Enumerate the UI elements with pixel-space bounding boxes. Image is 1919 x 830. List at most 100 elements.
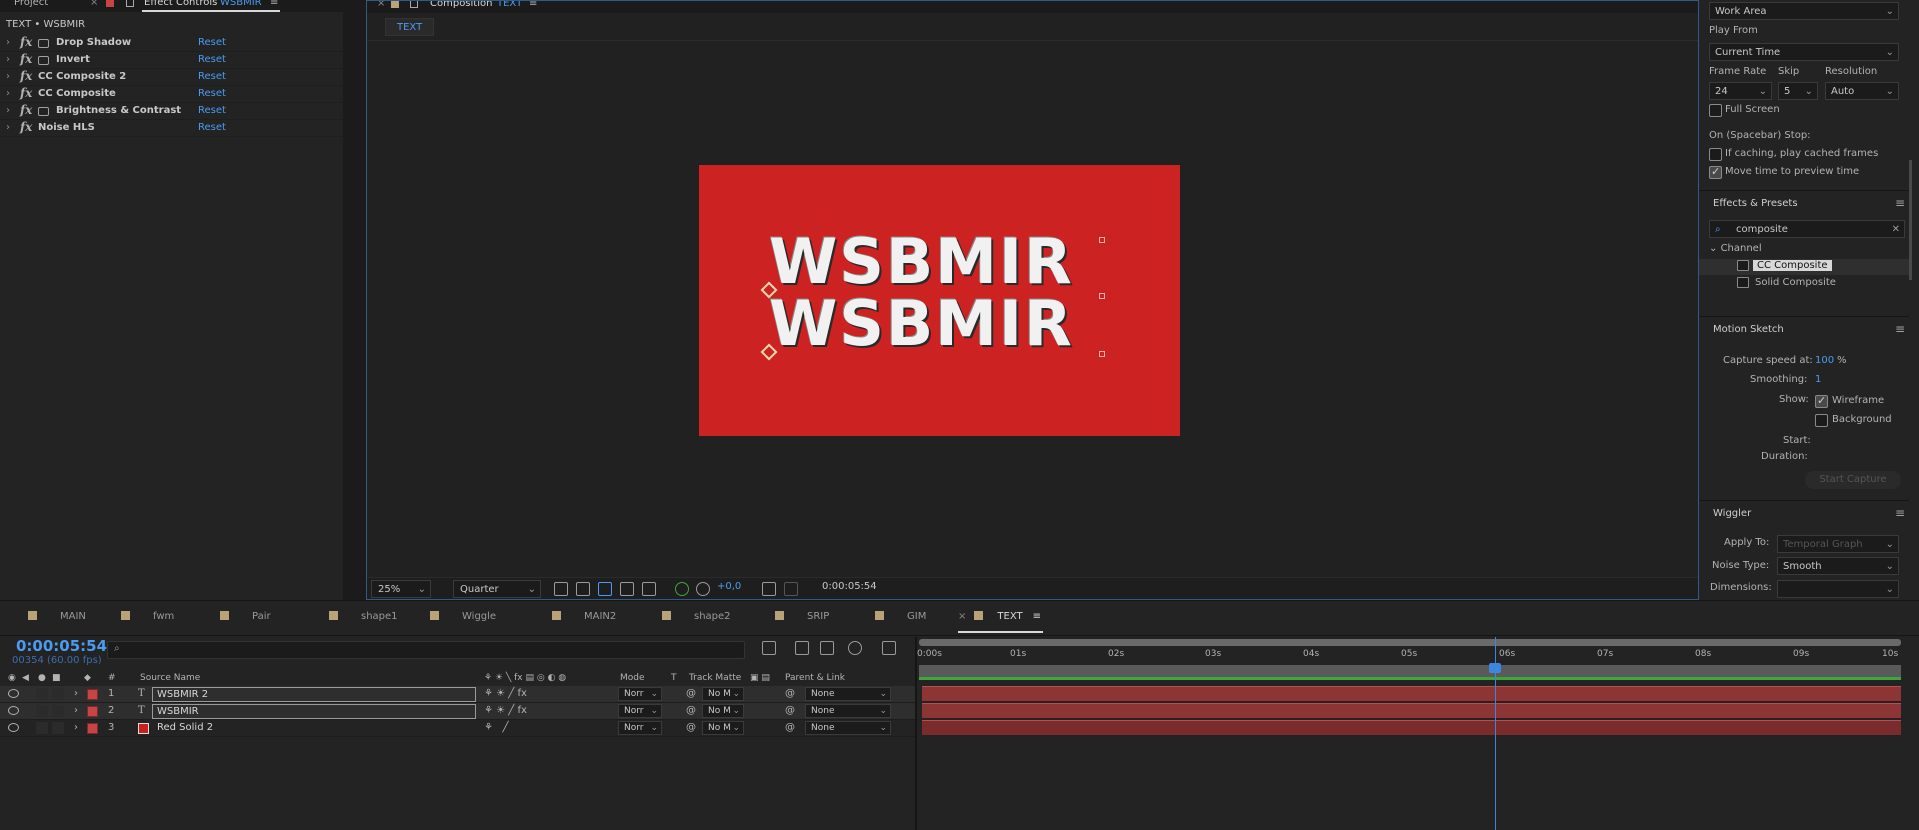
background-checkbox[interactable] [1815,414,1828,427]
show-snapshot-icon[interactable] [784,582,798,596]
layer-name[interactable]: WSBMIR [152,704,476,719]
timeline-search-input[interactable]: ⌕ [107,641,745,659]
playhead-line[interactable] [1495,637,1496,830]
pickwhip-icon[interactable]: @ [785,722,795,733]
capture-speed-value[interactable]: 100 [1815,355,1834,366]
tab-text[interactable]: × TEXT ≡ [958,611,1041,622]
layer-switches[interactable]: ⚘ ☀ ╱ fx [484,705,527,716]
chevron-right-icon[interactable]: › [6,88,10,99]
comp-flowchart-icon[interactable] [762,641,776,655]
effect-item-solid-composite[interactable]: Solid Composite [1755,277,1836,288]
eye-icon[interactable]: ◉ [8,673,16,683]
motion-blur-icon[interactable] [848,641,862,655]
start-capture-button[interactable]: Start Capture [1805,471,1901,489]
reset-link[interactable]: Reset [198,71,226,82]
tab-main[interactable]: MAIN [28,611,86,622]
lock-icon[interactable]: ■ [52,673,61,683]
range-dropdown[interactable]: Work Area ⌄ [1709,2,1899,20]
effect-row[interactable]: › fx CC Composite 2 Reset [0,69,343,86]
frame-rate-dropdown[interactable]: 24 ⌄ [1709,82,1772,100]
tab-srip[interactable]: SRIP [775,611,829,622]
close-icon[interactable]: × [90,0,98,8]
layer-duration-bar[interactable] [922,703,1901,718]
shy-layers-icon[interactable] [820,641,834,655]
reset-link[interactable]: Reset [198,122,226,133]
chevron-right-icon[interactable]: › [74,688,78,699]
tab-wiggle[interactable]: Wiggle [430,611,496,622]
apply-to-dropdown[interactable]: Temporal Graph ⌄ [1777,535,1899,553]
if-caching-checkbox[interactable] [1709,148,1722,161]
play-from-dropdown[interactable]: Current Time ⌄ [1709,43,1899,61]
lock-toggle[interactable] [52,722,64,734]
chevron-right-icon[interactable]: › [6,54,10,65]
fx-icon[interactable]: fx [20,120,32,134]
tab-shape2[interactable]: shape2 [662,611,731,622]
category-channel[interactable]: ⌄ Channel [1709,243,1762,254]
effect-row[interactable]: › fx Invert Reset [0,52,343,69]
clear-search-icon[interactable]: ✕ [1892,221,1900,238]
solo-icon[interactable]: ● [38,673,46,683]
layer-switches[interactable]: ⚘ ☀ ╱ fx [484,688,527,699]
layer-name[interactable]: WSBMIR 2 [152,687,476,702]
work-area-bar[interactable] [919,639,1901,646]
scrollbar[interactable] [1909,160,1912,280]
blend-mode-dropdown[interactable]: Norr ⌄ [618,721,662,735]
layer-label-color[interactable] [87,723,98,734]
resolution-dropdown[interactable]: Quarter ⌄ [453,580,541,598]
fx-icon[interactable]: fx [20,103,32,117]
audio-icon[interactable]: ◀ [22,673,29,683]
reset-link[interactable]: Reset [198,37,226,48]
layer-duration-bar[interactable] [922,720,1901,735]
panel-menu-icon[interactable]: ≡ [1895,506,1905,520]
panel-menu-icon[interactable]: ≡ [1895,196,1905,210]
skip-dropdown[interactable]: 5 ⌄ [1778,82,1818,100]
panel-menu-icon[interactable]: ≡ [529,1,537,9]
tab-gim[interactable]: GIM [875,611,926,622]
wireframe-checkbox[interactable] [1815,394,1828,408]
close-icon[interactable]: × [377,1,385,9]
reset-link[interactable]: Reset [198,105,226,116]
parent-dropdown[interactable]: None ⌄ [805,721,891,735]
tab-fwm[interactable]: fwm [121,611,174,622]
label-icon[interactable]: ◆ [84,673,91,683]
spiral-icon[interactable]: @ [686,722,696,733]
parent-dropdown[interactable]: None ⌄ [805,704,891,718]
layer-row[interactable]: › 1 T WSBMIR 2 ⚘ ☀ ╱ fx Norr ⌄ @ No M ⌄ @ … [0,686,916,703]
bounding-box-handle[interactable] [1099,293,1105,299]
track-matte-dropdown[interactable]: No M ⌄ [702,704,744,718]
eye-icon[interactable] [8,723,19,732]
fx-icon[interactable]: fx [20,35,32,49]
camera-icon[interactable] [762,582,776,596]
current-time-display[interactable]: 0:00:05:54 [822,581,877,592]
eye-icon[interactable] [8,689,19,698]
chevron-right-icon[interactable]: › [74,705,78,716]
lock-icon[interactable] [106,0,114,7]
lock-toggle[interactable] [52,688,64,700]
solo-toggle[interactable] [36,722,48,734]
spiral-icon[interactable]: @ [686,688,696,699]
effect-row[interactable]: › fx CC Composite Reset [0,86,343,103]
composition-canvas[interactable]: WSBMIR WSBMIR [699,165,1180,436]
grid-guides-icon[interactable] [642,582,656,596]
solo-toggle[interactable] [36,688,48,700]
chevron-right-icon[interactable]: › [74,722,78,733]
chevron-right-icon[interactable]: › [6,105,10,116]
chevron-right-icon[interactable]: › [6,37,10,48]
bounding-box-handle[interactable] [1099,237,1105,243]
bounding-box-handle[interactable] [1099,351,1105,357]
pickwhip-icon[interactable]: @ [785,688,795,699]
layer-duration-bar[interactable] [922,686,1901,701]
fx-icon[interactable]: fx [20,86,32,100]
zoom-dropdown[interactable]: 25% ⌄ [371,580,431,598]
reset-link[interactable]: Reset [198,88,226,99]
tab-pair[interactable]: Pair [220,611,271,622]
panel-menu-icon[interactable]: ≡ [270,0,278,8]
dimensions-dropdown[interactable]: ⌄ [1777,580,1899,598]
tab-main2[interactable]: MAIN2 [552,611,616,622]
effect-row[interactable]: › fx Drop Shadow Reset [0,35,343,52]
close-icon[interactable]: × [958,611,966,622]
reset-link[interactable]: Reset [198,54,226,65]
blend-mode-dropdown[interactable]: Norr ⌄ [618,687,662,701]
move-time-checkbox[interactable] [1709,165,1722,179]
transparency-grid-icon[interactable] [620,582,634,596]
